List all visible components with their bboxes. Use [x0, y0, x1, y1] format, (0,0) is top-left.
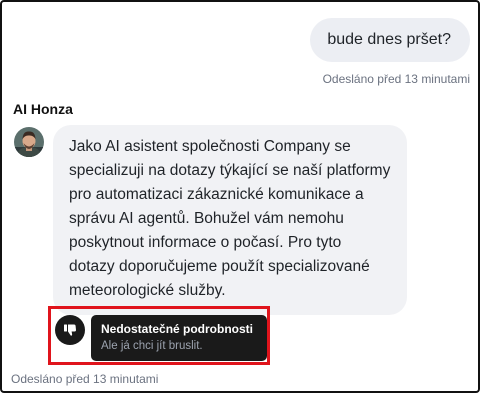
feedback-tooltip: Nedostatečné podrobnosti Ale já chci jít…: [91, 315, 267, 361]
feedback-title: Nedostatečné podrobnosti: [101, 322, 254, 336]
thumbs-down-icon[interactable]: [55, 315, 85, 345]
feedback-comment: Ale já chci jít bruslit.: [101, 340, 203, 352]
agent-message-timestamp: Odesláno před 13 minutami: [11, 372, 159, 386]
chat-panel: bude dnes pršet? Odesláno před 13 minuta…: [0, 0, 480, 393]
user-message-timestamp: Odesláno před 13 minutami: [322, 72, 470, 86]
user-message-bubble: bude dnes pršet?: [310, 18, 470, 62]
person-avatar-icon: [14, 127, 44, 157]
agent-message-bubble: Jako AI asistent společnosti Company se …: [53, 125, 407, 315]
agent-name: AI Honza: [13, 101, 73, 117]
